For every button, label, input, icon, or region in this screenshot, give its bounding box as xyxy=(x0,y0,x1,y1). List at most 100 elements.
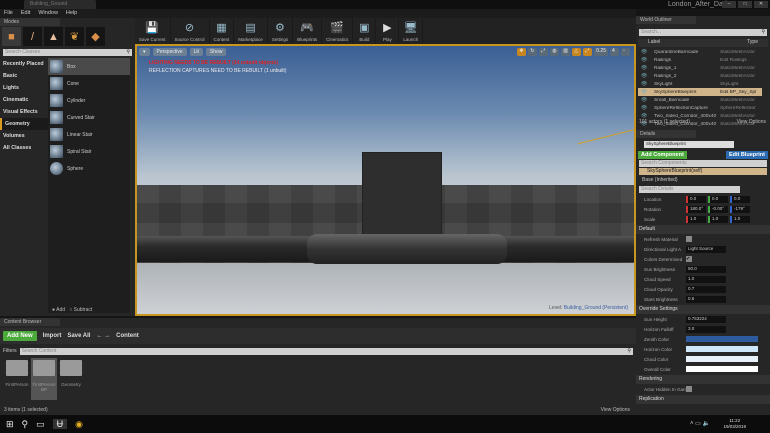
world-local-icon[interactable]: ◍ xyxy=(550,48,560,56)
color-swatch[interactable] xyxy=(686,336,758,342)
checkbox[interactable]: ✔ xyxy=(686,256,692,262)
outliner-view-options[interactable]: View Options xyxy=(737,119,766,125)
lit-button[interactable]: Lit xyxy=(189,48,203,56)
minimize-button[interactable]: – xyxy=(722,1,736,8)
source-control-button[interactable]: ⊘ Source Control xyxy=(171,18,210,44)
checkbox[interactable] xyxy=(686,236,692,242)
level-tab[interactable]: Building_Ground xyxy=(24,0,96,9)
item-curved-stair[interactable]: Curved Stair xyxy=(48,109,130,126)
category-recently-placed[interactable]: Recently Placed xyxy=(0,58,48,70)
category-lights[interactable]: Lights xyxy=(0,82,48,94)
eye-icon[interactable]: 👁 xyxy=(641,98,650,103)
maximize-button[interactable]: □ xyxy=(738,1,752,8)
import-button[interactable]: Import xyxy=(43,333,62,339)
show-button[interactable]: Show xyxy=(205,48,227,56)
override-section[interactable]: Override Settings xyxy=(636,305,770,314)
item-linear-stair[interactable]: Linear Stair xyxy=(48,126,130,143)
chrome-icon[interactable]: ◉ xyxy=(75,419,83,430)
outliner-row[interactable]: 👁 SkyLight SkyLight xyxy=(638,80,762,88)
search-components-input[interactable]: Search Components xyxy=(639,160,767,167)
item-sphere[interactable]: Sphere xyxy=(48,160,130,177)
modes-tab[interactable]: Modes xyxy=(0,18,60,26)
search-icon[interactable]: ⚲ xyxy=(22,419,29,430)
transform-field[interactable]: 0.0 xyxy=(686,195,706,203)
eye-icon[interactable]: 👁 xyxy=(641,106,650,111)
level-viewport[interactable]: ▾ Perspective Lit Show LIGHTING NEEDS TO… xyxy=(135,44,636,316)
color-swatch[interactable] xyxy=(686,366,758,372)
outliner-row[interactable]: 👁 Small_Barricade StaticMeshActor xyxy=(638,96,762,104)
outliner-row[interactable]: 👁 Railings_2 StaticMeshActor xyxy=(638,72,762,80)
search-content-input[interactable]: Search Content ⚲ xyxy=(19,347,633,355)
category-geometry[interactable]: Geometry xyxy=(0,118,48,130)
row-type[interactable]: Edit BP_Sky_Sphere xyxy=(720,90,756,95)
play-button[interactable]: ▶ Play xyxy=(376,18,400,44)
viewport-menu-button[interactable]: ▾ xyxy=(139,48,150,56)
transform-field[interactable]: -179° xyxy=(730,205,750,213)
perspective-button[interactable]: Perspective xyxy=(152,48,187,56)
scale-snap-value[interactable]: 0.25 xyxy=(594,48,608,56)
transform-field[interactable]: 180.0° xyxy=(686,205,706,213)
subtract-radio[interactable]: Subtract xyxy=(74,307,93,313)
content-button[interactable]: ▦ Content xyxy=(210,18,235,44)
outliner-row[interactable]: 👁 QuarantineBarricade StaticMeshActor xyxy=(638,48,762,56)
transform-field[interactable]: 1.0 xyxy=(708,215,728,223)
paint-mode-icon[interactable]: / xyxy=(23,27,42,46)
category-all-classes[interactable]: All Classes xyxy=(0,142,48,154)
filters-button[interactable]: Filters xyxy=(3,348,17,354)
geometry-mode-icon[interactable]: ◆ xyxy=(86,27,105,46)
eye-icon[interactable]: 👁 xyxy=(641,50,650,55)
outliner-search-input[interactable]: Search... ⚲ xyxy=(639,29,767,36)
content-browser-tab[interactable]: Content Browser xyxy=(0,318,60,326)
cinematics-button[interactable]: 🎬 Cinematics xyxy=(322,18,354,44)
folder-firstperson[interactable]: FirstPerson xyxy=(4,358,30,400)
property-field[interactable]: Light Source xyxy=(686,245,726,253)
details-tab[interactable]: Details xyxy=(636,130,696,138)
transform-field[interactable]: 1.0 xyxy=(686,215,706,223)
translate-icon[interactable]: ✥ xyxy=(517,48,527,56)
folder-geometry[interactable]: Geometry xyxy=(58,358,84,400)
component-self[interactable]: SkySphereBlueprint(self) xyxy=(639,168,767,175)
property-field[interactable]: 1.0 xyxy=(686,275,726,283)
col-label[interactable]: Label xyxy=(648,39,660,47)
save-all-button[interactable]: Save All xyxy=(67,333,90,339)
launch-button[interactable]: 🖥 Launch xyxy=(399,18,424,44)
place-mode-icon[interactable]: ■ xyxy=(2,27,21,46)
menu-window[interactable]: Window xyxy=(38,10,58,17)
path-content[interactable]: Content xyxy=(116,333,139,339)
row-type[interactable]: Edit Railings xyxy=(720,58,756,63)
transform-field[interactable]: 0.0 xyxy=(708,195,728,203)
save-current-button[interactable]: 💾 Save Current xyxy=(135,18,171,44)
task-view-icon[interactable]: ▭ xyxy=(36,419,45,430)
property-field[interactable]: 50.0 xyxy=(686,265,726,273)
add-new-button[interactable]: Add New xyxy=(3,331,37,341)
property-field[interactable]: 0.753224 xyxy=(686,315,726,323)
outliner-row[interactable]: 👁 SkySphereBlueprint Edit BP_Sky_Sphere xyxy=(638,88,762,96)
category-volumes[interactable]: Volumes xyxy=(0,130,48,142)
camera-speed[interactable]: 4 xyxy=(610,48,619,56)
eye-icon[interactable]: 👁 xyxy=(641,74,650,79)
property-field[interactable]: 0.7 xyxy=(686,285,726,293)
property-field[interactable]: 0.6 xyxy=(686,295,726,303)
outliner-row[interactable]: 👁 Railings_1 StaticMeshActor xyxy=(638,64,762,72)
category-cinematic[interactable]: Cinematic xyxy=(0,94,48,106)
color-swatch[interactable] xyxy=(686,356,758,362)
marketplace-button[interactable]: ▤ Marketplace xyxy=(234,18,268,44)
menu-file[interactable]: File xyxy=(4,10,13,17)
scale-snap-icon[interactable]: ⤢ xyxy=(583,48,593,56)
rendering-section[interactable]: Rendering xyxy=(636,375,770,384)
eye-icon[interactable]: 👁 xyxy=(641,114,650,119)
foliage-mode-icon[interactable]: ❦ xyxy=(65,27,84,46)
color-swatch[interactable] xyxy=(686,346,758,352)
close-button[interactable]: ✕ xyxy=(754,1,768,8)
back-forward-icon[interactable]: ← → xyxy=(96,333,110,339)
clock[interactable]: 11:22 19/03/2019 xyxy=(723,418,746,430)
search-details-input[interactable]: Search Details xyxy=(639,186,740,193)
settings-button[interactable]: ⚙ Settings xyxy=(268,18,294,44)
menu-edit[interactable]: Edit xyxy=(21,10,30,17)
component-base[interactable]: Base (Inherited) xyxy=(636,175,770,185)
eye-icon[interactable]: 👁 xyxy=(641,58,650,63)
windows-start-icon[interactable]: ⊞ xyxy=(6,419,14,430)
content-view-options[interactable]: View Options xyxy=(601,407,630,413)
eye-icon[interactable]: 👁 xyxy=(641,82,650,87)
transform-field[interactable]: 0.0 xyxy=(730,195,750,203)
